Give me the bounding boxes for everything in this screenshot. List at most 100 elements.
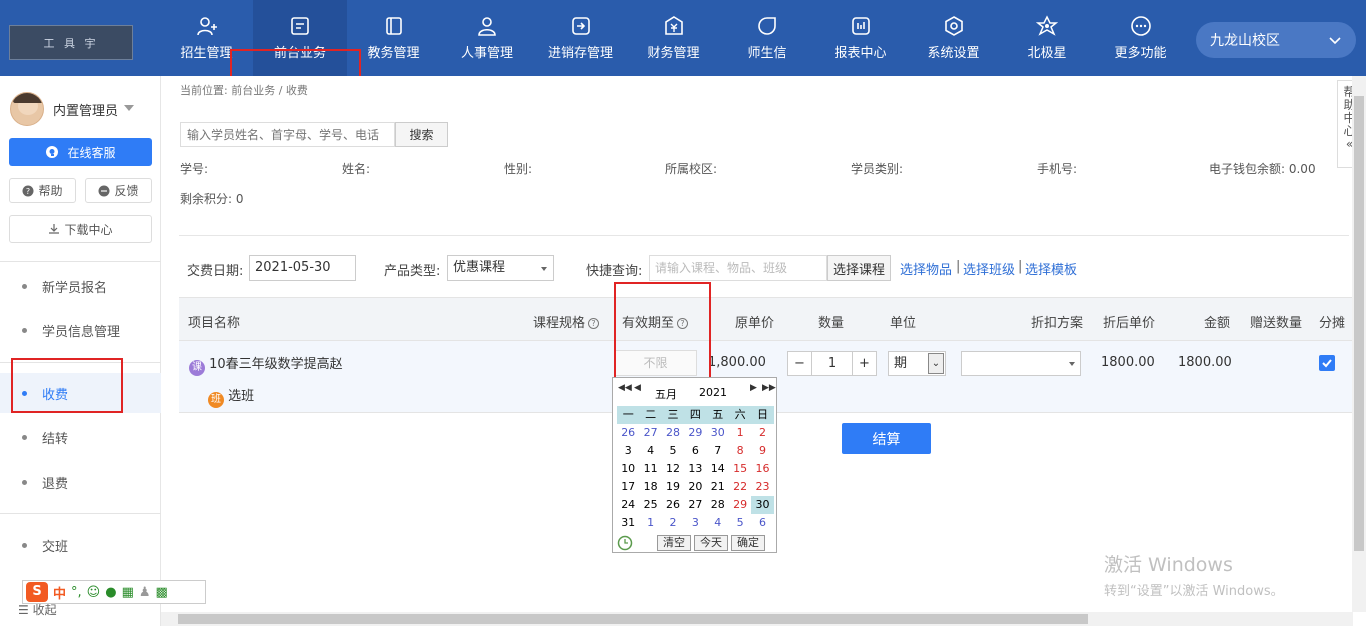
calendar-day[interactable]: 9 — [751, 442, 773, 460]
clock-icon[interactable] — [617, 535, 633, 551]
calendar-day[interactable]: 16 — [751, 460, 773, 478]
emoji-icon[interactable]: ☺ — [87, 585, 101, 600]
calendar-day[interactable]: 28 — [662, 424, 684, 442]
calendar-day[interactable]: 15 — [729, 460, 751, 478]
calendar-day[interactable]: 4 — [639, 442, 661, 460]
calendar-day[interactable]: 26 — [617, 424, 639, 442]
calendar-day[interactable]: 13 — [684, 460, 706, 478]
nav-item-8[interactable]: 系统设置 — [907, 0, 1000, 76]
calendar-day[interactable]: 27 — [639, 424, 661, 442]
nav-item-4[interactable]: 进销存管理 — [534, 0, 627, 76]
student-search-input[interactable] — [180, 122, 395, 147]
select-course-button[interactable]: 选择课程 — [827, 255, 891, 281]
download-center-button[interactable]: 下载中心 — [9, 215, 152, 243]
calendar-day[interactable]: 18 — [639, 478, 661, 496]
valid-until-input[interactable]: 不限 — [614, 350, 697, 376]
sidebar-menu-item[interactable]: 收费 — [0, 373, 161, 413]
calendar-day[interactable]: 11 — [639, 460, 661, 478]
nav-item-1[interactable]: 前台业务 — [253, 0, 347, 76]
calendar-day[interactable]: 25 — [639, 496, 661, 514]
calendar-day[interactable]: 29 — [684, 424, 706, 442]
quantity-minus-button[interactable]: − — [787, 351, 812, 376]
calendar-day[interactable]: 3 — [684, 514, 706, 532]
calendar-day[interactable]: 28 — [707, 496, 729, 514]
calendar-day[interactable]: 29 — [729, 496, 751, 514]
avatar[interactable] — [10, 92, 44, 126]
caret-down-icon[interactable] — [124, 105, 134, 111]
nav-item-10[interactable]: 更多功能 — [1094, 0, 1187, 76]
vertical-scroll-thumb[interactable] — [1354, 96, 1364, 551]
allocate-checkbox[interactable] — [1319, 355, 1335, 371]
select-item-link[interactable]: 选择物品 — [900, 259, 952, 278]
nav-item-9[interactable]: 北极星 — [1000, 0, 1094, 76]
calendar-day[interactable]: 10 — [617, 460, 639, 478]
calendar-day[interactable]: 22 — [729, 478, 751, 496]
nav-item-6[interactable]: 师生信 — [720, 0, 814, 76]
horizontal-scroll-thumb[interactable] — [178, 614, 1088, 624]
punctuation-icon[interactable]: °, — [71, 585, 82, 600]
nav-item-3[interactable]: 人事管理 — [440, 0, 534, 76]
next-year-icon[interactable]: ▶▶ — [762, 383, 776, 393]
checkout-button[interactable]: 结算 — [842, 423, 931, 454]
calendar-day[interactable]: 3 — [617, 442, 639, 460]
sidebar-menu-item[interactable]: 退费 — [0, 462, 161, 502]
calendar-day[interactable]: 2 — [662, 514, 684, 532]
calendar-day[interactable]: 6 — [684, 442, 706, 460]
online-service-button[interactable]: 在线客服 — [9, 138, 152, 166]
select-class-action[interactable]: 班 选班 — [208, 385, 254, 408]
user-name[interactable]: 内置管理员 — [53, 100, 118, 119]
nav-item-0[interactable]: 招生管理 — [160, 0, 253, 76]
quantity-input[interactable]: 1 — [812, 351, 852, 376]
microphone-icon[interactable]: ● — [105, 585, 116, 600]
calendar-year[interactable]: 2021 — [699, 386, 727, 399]
calendar-day[interactable]: 19 — [662, 478, 684, 496]
sogou-logo-icon[interactable]: S — [26, 582, 48, 602]
calendar-day[interactable]: 31 — [617, 514, 639, 532]
user-icon[interactable]: ♟ — [139, 585, 151, 600]
select-class-link[interactable]: 选择班级 — [963, 259, 1015, 278]
ime-mode[interactable]: 中 — [53, 583, 66, 602]
calendar-month[interactable]: 五月 — [655, 386, 677, 402]
sidebar-menu-item[interactable]: 交班 — [0, 525, 161, 565]
help-circle-icon[interactable]: ? — [677, 318, 689, 329]
calendar-day[interactable]: 5 — [662, 442, 684, 460]
calendar-day[interactable]: 2 — [751, 424, 773, 442]
calendar-day[interactable]: 27 — [684, 496, 706, 514]
prev-month-icon[interactable]: ◀ — [634, 383, 641, 393]
calendar-day[interactable]: 1 — [639, 514, 661, 532]
nav-item-5[interactable]: 财务管理 — [627, 0, 720, 76]
discount-plan-select[interactable] — [961, 351, 1081, 376]
calendar-day[interactable]: 7 — [707, 442, 729, 460]
help-circle-icon[interactable]: ? — [588, 318, 600, 329]
calendar-day[interactable]: 24 — [617, 496, 639, 514]
next-month-icon[interactable]: ▶ — [750, 383, 757, 393]
brand-logo[interactable]: 工 具 宇 — [9, 25, 133, 60]
product-type-select[interactable]: 优惠课程 — [447, 255, 554, 281]
search-button[interactable]: 搜索 — [395, 122, 448, 147]
calendar-day[interactable]: 6 — [751, 514, 773, 532]
calendar-today-button[interactable]: 今天 — [694, 535, 728, 551]
calendar-day[interactable]: 21 — [707, 478, 729, 496]
grid-menu-icon[interactable]: ▩ — [156, 585, 168, 600]
pay-date-input[interactable]: 2021-05-30 — [249, 255, 356, 281]
calendar-clear-button[interactable]: 清空 — [657, 535, 691, 551]
nav-item-2[interactable]: 教务管理 — [347, 0, 440, 76]
calendar-day[interactable]: 23 — [751, 478, 773, 496]
calendar-day[interactable]: 1 — [729, 424, 751, 442]
calendar-confirm-button[interactable]: 确定 — [731, 535, 765, 551]
calendar-day[interactable]: 30 — [707, 424, 729, 442]
calendar-day[interactable]: 17 — [617, 478, 639, 496]
keyboard-icon[interactable]: ▦ — [122, 585, 134, 600]
nav-item-7[interactable]: 报表中心 — [814, 0, 907, 76]
help-button[interactable]: ? 帮助 — [9, 178, 76, 203]
quantity-plus-button[interactable]: + — [852, 351, 877, 376]
calendar-day[interactable]: 20 — [684, 478, 706, 496]
calendar-day[interactable]: 4 — [707, 514, 729, 532]
calendar-day[interactable]: 30 — [751, 496, 774, 514]
select-template-link[interactable]: 选择模板 — [1025, 259, 1077, 278]
sidebar-menu-item[interactable]: 结转 — [0, 417, 161, 457]
calendar-day[interactable]: 26 — [662, 496, 684, 514]
sidebar-menu-item[interactable]: 新学员报名 — [0, 266, 161, 306]
calendar-day[interactable]: 8 — [729, 442, 751, 460]
unit-select[interactable]: 期 ⌄ — [888, 351, 946, 376]
